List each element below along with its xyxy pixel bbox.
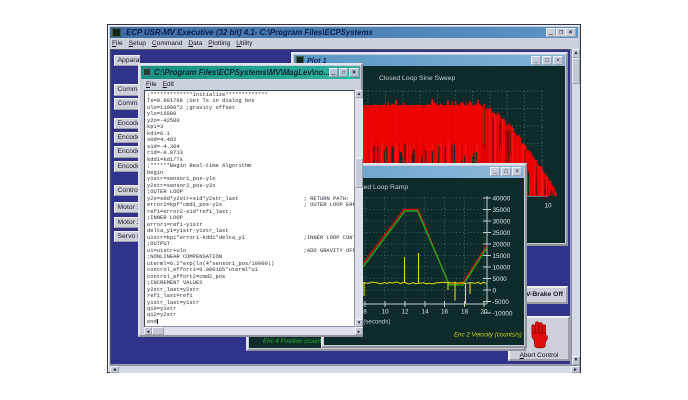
svg-text:20: 20 xyxy=(480,309,488,316)
svg-text:10000: 10000 xyxy=(493,264,511,271)
svg-text:30000: 30000 xyxy=(493,218,511,225)
svg-text:0: 0 xyxy=(493,287,497,294)
svg-text:40000: 40000 xyxy=(493,195,511,202)
svg-text:Enc 2 Velocity (counts/s): Enc 2 Velocity (counts/s) xyxy=(454,332,522,339)
svg-text:10: 10 xyxy=(381,309,389,316)
svg-text:35000: 35000 xyxy=(493,207,511,214)
svg-text:5000: 5000 xyxy=(493,276,508,283)
svg-text:14: 14 xyxy=(421,309,429,316)
svg-text:15000: 15000 xyxy=(493,253,511,260)
svg-text:18: 18 xyxy=(461,309,469,316)
svg-text:-10000: -10000 xyxy=(493,310,513,317)
svg-text:12: 12 xyxy=(401,309,409,316)
svg-text:-5000: -5000 xyxy=(493,299,510,306)
svg-text:20000: 20000 xyxy=(493,241,511,248)
svg-text:25000: 25000 xyxy=(493,230,511,237)
svg-text:16: 16 xyxy=(441,309,449,316)
svg-text:8: 8 xyxy=(363,309,367,316)
